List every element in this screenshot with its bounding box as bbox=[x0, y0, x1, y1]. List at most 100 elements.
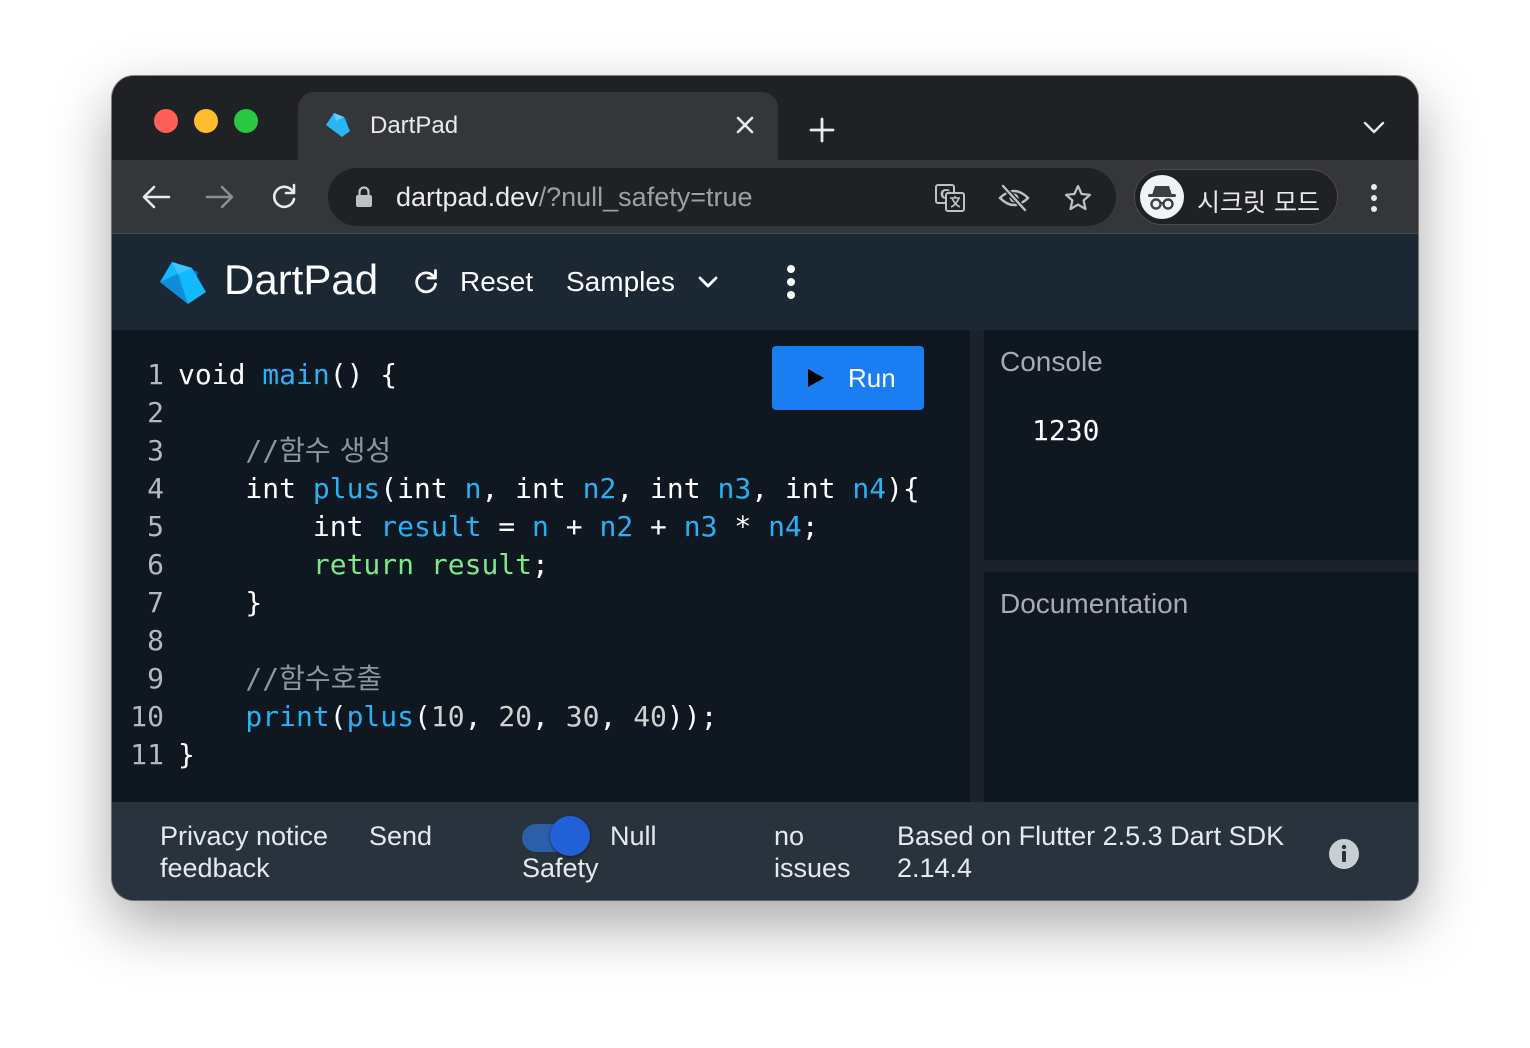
code-token: n4 bbox=[852, 472, 887, 505]
line-number: 6 bbox=[147, 548, 164, 581]
reset-label: Reset bbox=[460, 266, 534, 297]
reset-button[interactable]: Reset bbox=[412, 262, 533, 302]
code-text: print(plus(10, 20, 30, 40)); bbox=[178, 698, 717, 736]
app-title: DartPad bbox=[224, 256, 379, 303]
code-text: void main() { bbox=[178, 356, 397, 394]
tab-title: DartPad bbox=[370, 112, 459, 139]
code-line[interactable]: 2 bbox=[112, 394, 970, 432]
line-number: 11 bbox=[130, 738, 164, 771]
code-token: , int bbox=[481, 472, 583, 505]
code-token: , int bbox=[616, 472, 718, 505]
tab-dartpad[interactable]: DartPad bbox=[298, 92, 778, 160]
translate-icon[interactable]: G bbox=[932, 180, 968, 216]
code-text: int result = n + n2 + n3 * n4; bbox=[178, 508, 819, 546]
pane-splitter[interactable] bbox=[970, 330, 984, 802]
code-token: 30 bbox=[565, 700, 600, 733]
code-line[interactable]: 3 //함수 생성 bbox=[112, 432, 970, 470]
code-line[interactable]: 9 //함수호출 bbox=[112, 660, 970, 698]
null-safety-label-top: Null bbox=[610, 821, 657, 851]
code-editor[interactable]: Run 1 void main() {2 3 //함수 생성 4 int plus(i… bbox=[112, 330, 970, 802]
send-feedback-link[interactable]: Send bbox=[369, 820, 432, 852]
code-token: , bbox=[599, 700, 634, 733]
reload-icon[interactable] bbox=[264, 177, 304, 217]
code-token: , int bbox=[751, 472, 853, 505]
code-token: ( bbox=[414, 700, 431, 733]
code-token: main bbox=[262, 358, 330, 391]
code-line[interactable]: 8 bbox=[112, 622, 970, 660]
window-minimize-button[interactable] bbox=[194, 109, 218, 133]
documentation-pane: Documentation bbox=[984, 572, 1418, 802]
code-token: result bbox=[380, 510, 482, 543]
incognito-icon bbox=[1140, 175, 1184, 219]
tab-close-icon[interactable] bbox=[730, 110, 760, 140]
send-label: Send bbox=[369, 821, 433, 851]
console-output: 1230 bbox=[1032, 414, 1100, 447]
tab-strip: DartPad bbox=[112, 76, 1418, 160]
code-token: int bbox=[178, 472, 313, 505]
sdk-version-line1: Based on Flutter 2.5.3 Dart SDK bbox=[897, 821, 1285, 851]
samples-label: Samples bbox=[566, 266, 675, 297]
code-token: n2 bbox=[582, 472, 617, 505]
code-line[interactable]: 5 int result = n + n2 + n3 * n4; bbox=[112, 508, 970, 546]
code-token: , bbox=[464, 700, 499, 733]
info-icon[interactable] bbox=[1328, 838, 1360, 870]
code-token: ( bbox=[329, 700, 347, 733]
incognito-profile-button[interactable]: 시크릿 모드 bbox=[1134, 169, 1338, 225]
url-host: dartpad.dev bbox=[396, 182, 539, 212]
window-maximize-button[interactable] bbox=[234, 109, 258, 133]
new-tab-plus-icon[interactable] bbox=[802, 110, 842, 150]
code-line[interactable]: 11} bbox=[112, 736, 970, 774]
line-number: 7 bbox=[147, 586, 164, 619]
issues-status: no issues bbox=[774, 820, 851, 884]
window-close-button[interactable] bbox=[154, 109, 178, 133]
code-token: )); bbox=[666, 700, 718, 733]
code-token: // bbox=[178, 434, 280, 467]
console-pane: Console 1230 bbox=[984, 330, 1418, 560]
chevron-down-icon bbox=[698, 276, 718, 288]
code-token: result bbox=[430, 548, 533, 581]
line-number: 5 bbox=[147, 510, 164, 543]
code-token: (int bbox=[380, 472, 465, 505]
code-token: = bbox=[481, 510, 533, 543]
code-token: + bbox=[633, 510, 684, 543]
code-token: n bbox=[464, 472, 482, 505]
url-text: dartpad.dev/?null_safety=true bbox=[396, 182, 753, 213]
toggle-thumb bbox=[550, 816, 590, 856]
feedback-label: feedback bbox=[160, 853, 270, 883]
code-text: //함수 생성 bbox=[178, 432, 391, 470]
code-line[interactable]: 1 void main() { bbox=[112, 356, 970, 394]
code-line[interactable]: 4 int plus(int n, int n2, int n3, int n4… bbox=[112, 470, 970, 508]
sdk-version: Based on Flutter 2.5.3 Dart SDK 2.14.4 bbox=[897, 820, 1284, 884]
dartpad-header: DartPad Reset Samples bbox=[112, 234, 1418, 330]
null-safety-toggle[interactable] bbox=[522, 816, 592, 856]
code-token: ; bbox=[801, 510, 819, 543]
forward-arrow-icon[interactable] bbox=[200, 177, 240, 217]
code-token: + bbox=[548, 510, 600, 543]
privacy-notice-link[interactable]: Privacy notice feedback bbox=[160, 820, 328, 884]
code-line[interactable]: 10 print(plus(10, 20, 30, 40)); bbox=[112, 698, 970, 736]
status-footer: Privacy notice feedback Send Null Safety… bbox=[112, 802, 1418, 900]
samples-dropdown[interactable]: Samples bbox=[566, 262, 719, 302]
url-path: /?null_safety=true bbox=[538, 182, 753, 212]
refresh-icon bbox=[415, 269, 437, 294]
line-number: 2 bbox=[147, 396, 164, 429]
more-options-kebab-icon[interactable] bbox=[776, 260, 806, 304]
bookmark-star-icon[interactable] bbox=[1060, 180, 1096, 216]
issues-label-top: no bbox=[774, 821, 805, 851]
line-number: 3 bbox=[147, 434, 164, 467]
code-line[interactable]: 6 return result; bbox=[112, 546, 970, 584]
code-line[interactable]: 7 } bbox=[112, 584, 970, 622]
code-token: n3 bbox=[683, 510, 718, 543]
code-token: n3 bbox=[717, 472, 752, 505]
address-bar[interactable]: dartpad.dev/?null_safety=true G bbox=[328, 168, 1116, 226]
code-token: return bbox=[178, 548, 431, 581]
tab-search-chevron-down-icon[interactable] bbox=[1356, 110, 1392, 146]
line-number: 1 bbox=[147, 358, 164, 391]
eye-off-icon[interactable] bbox=[996, 180, 1032, 216]
back-arrow-icon[interactable] bbox=[136, 177, 176, 217]
documentation-title: Documentation bbox=[1000, 588, 1189, 619]
browser-menu-kebab-icon[interactable] bbox=[1356, 178, 1392, 218]
code-token: 20 bbox=[498, 700, 533, 733]
code-token: // bbox=[178, 662, 280, 695]
dart-logo-icon bbox=[326, 113, 350, 137]
